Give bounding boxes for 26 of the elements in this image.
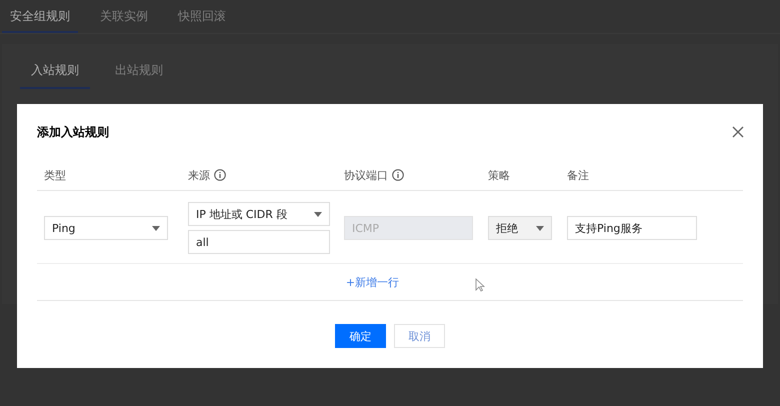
add-row-link[interactable]: +新增一行 xyxy=(346,274,400,290)
page-tab[interactable]: 关联实例 xyxy=(92,0,156,33)
source-select[interactable]: IP 地址或 CIDR 段 xyxy=(188,202,330,226)
column-header: 类型 xyxy=(44,168,66,182)
caret-icon xyxy=(314,212,322,216)
caret-icon xyxy=(536,226,544,230)
close-icon[interactable] xyxy=(732,126,744,138)
policy-select[interactable]: 拒绝 xyxy=(488,216,552,240)
page-tab[interactable]: 快照回滚 xyxy=(170,0,234,33)
type-select[interactable]: Ping xyxy=(44,216,168,240)
source-field[interactable]: all xyxy=(188,230,330,254)
confirm-button[interactable]: 确定 xyxy=(335,324,386,348)
caret-icon xyxy=(152,226,160,230)
column-header: 协议端口 xyxy=(344,168,388,182)
info-icon[interactable] xyxy=(214,169,226,181)
note-field[interactable]: 支持Ping服务 xyxy=(567,216,697,240)
column-header: 策略 xyxy=(488,168,510,182)
rule-tab[interactable]: 出站规则 xyxy=(104,62,174,89)
cancel-button[interactable]: 取消 xyxy=(394,324,445,348)
rule-tab[interactable]: 入站规则 xyxy=(20,62,90,89)
info-icon[interactable] xyxy=(392,169,404,181)
column-header: 备注 xyxy=(567,168,589,182)
page-tab[interactable]: 安全组规则 xyxy=(2,0,78,33)
dialog-title: 添加入站规则 xyxy=(37,124,109,140)
mouse-pointer-icon xyxy=(475,278,485,292)
column-header: 来源 xyxy=(188,168,210,182)
